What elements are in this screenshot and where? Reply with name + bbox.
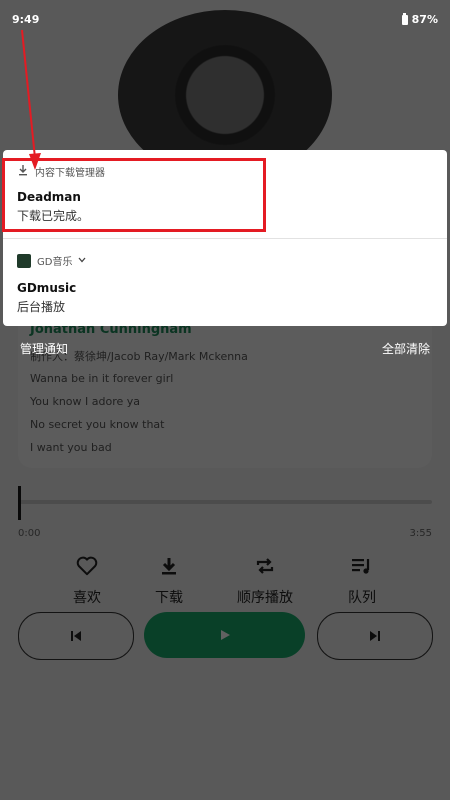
- previous-button[interactable]: [18, 612, 134, 660]
- notification-app-name: 内容下载管理器: [35, 168, 105, 179]
- lyric-line: No secret you know that: [30, 418, 165, 431]
- queue-button[interactable]: 队列: [322, 556, 402, 607]
- play-mode-label: 顺序播放: [237, 590, 293, 606]
- skip-previous-icon: [70, 627, 82, 646]
- battery-level: 87%: [411, 13, 438, 26]
- clear-all-button[interactable]: 全部清除: [382, 340, 430, 357]
- queue-label: 队列: [348, 590, 376, 606]
- play-icon: [219, 626, 231, 645]
- manage-notifications-button[interactable]: 管理通知: [20, 340, 68, 357]
- like-button[interactable]: 喜欢: [47, 556, 127, 607]
- repeat-icon: [225, 556, 305, 583]
- music-player-app: Jonathan Cunningham 制作人：蔡徐坤/Jacob Ray/Ma…: [0, 0, 450, 800]
- notification-panel: 内容下载管理器 Deadman 下载已完成。 GD音乐 GDmusic 后台播放: [3, 150, 447, 326]
- notification-header: GD音乐: [17, 253, 86, 268]
- download-notification[interactable]: 内容下载管理器 Deadman 下载已完成。: [3, 150, 447, 237]
- notification-body: 下载已完成。: [17, 209, 90, 223]
- app-thumbnail-icon: [17, 253, 31, 268]
- play-mode-button[interactable]: 顺序播放: [225, 556, 305, 607]
- notification-header: 内容下载管理器: [17, 164, 105, 179]
- download-icon: [17, 164, 29, 179]
- music-notification[interactable]: GD音乐 GDmusic 后台播放: [3, 238, 447, 326]
- notification-title: Deadman: [17, 190, 81, 204]
- download-label: 下载: [155, 590, 183, 606]
- progress-handle[interactable]: [18, 486, 21, 520]
- queue-icon: [322, 556, 402, 583]
- clock: 9:49: [12, 13, 40, 26]
- next-button[interactable]: [317, 612, 433, 660]
- notification-body: 后台播放: [17, 300, 66, 314]
- lyric-line: Wanna be in it forever girl: [30, 372, 174, 385]
- notification-title: GDmusic: [17, 281, 77, 295]
- notification-app-name: GD音乐: [37, 257, 73, 268]
- lyric-line: You know I adore ya: [30, 395, 141, 408]
- status-bar: 9:49 87%: [0, 0, 450, 40]
- battery-icon: [401, 12, 408, 25]
- skip-next-icon: [369, 627, 381, 646]
- download-button[interactable]: 下载: [129, 556, 209, 607]
- lyric-line: I want you bad: [30, 441, 112, 454]
- heart-icon: [47, 556, 127, 583]
- total-time: 3:55: [409, 528, 432, 539]
- download-icon: [129, 556, 209, 583]
- play-button[interactable]: [144, 612, 305, 658]
- battery-indicator: 87%: [401, 12, 438, 26]
- current-time: 0:00: [18, 528, 41, 539]
- chevron-down-icon[interactable]: [78, 255, 86, 266]
- shade-footer: 管理通知 全部清除: [0, 338, 450, 362]
- progress-bar[interactable]: [18, 500, 432, 504]
- like-label: 喜欢: [73, 590, 101, 606]
